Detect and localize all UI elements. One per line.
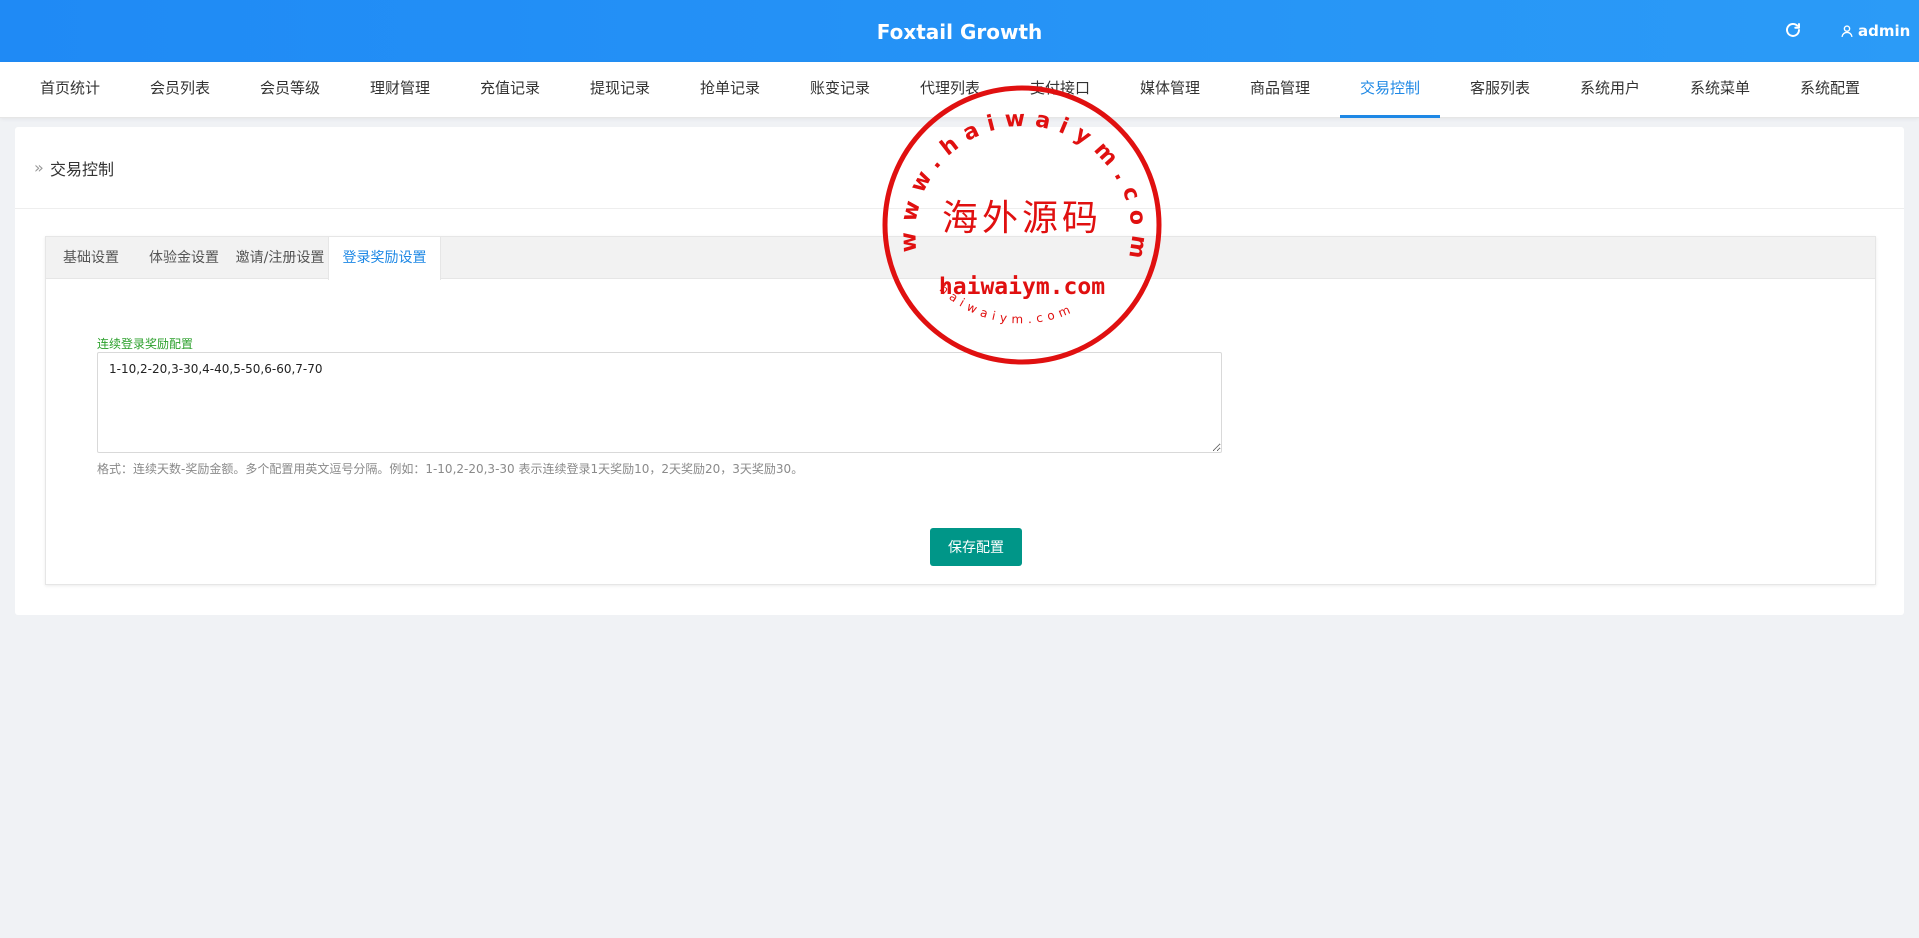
nav-item-4[interactable]: 理财管理	[370, 62, 430, 118]
login-reward-textarea[interactable]: 1-10,2-20,3-30,4-40,5-50,6-60,7-70	[97, 352, 1222, 453]
nav-item-10[interactable]: 支付接口	[1030, 62, 1090, 118]
nav-item-5[interactable]: 充值记录	[480, 62, 540, 118]
login-reward-label: 连续登录奖励配置	[97, 337, 194, 351]
tab-panel: 基础设置 体验金设置 邀请/注册设置 登录奖励设置 连续登录奖励配置 1-10,2-2…	[45, 236, 1876, 585]
page-title: 交易控制	[50, 160, 115, 179]
nav-item-3[interactable]: 会员等级	[260, 62, 320, 118]
nav-item-17[interactable]: 系统配置	[1800, 62, 1860, 118]
user-menu[interactable]: admin	[1840, 22, 1910, 40]
nav-item-9[interactable]: 代理列表	[920, 62, 980, 118]
nav-item-15[interactable]: 系统用户	[1580, 62, 1640, 118]
nav-item-13[interactable]: 交易控制	[1340, 62, 1440, 118]
tab-3[interactable]: 邀请/注册设置	[232, 237, 328, 279]
user-icon	[1841, 25, 1853, 38]
tab-4[interactable]: 登录奖励设置	[328, 237, 441, 280]
nav-item-7[interactable]: 抢单记录	[700, 62, 760, 118]
app-title: Foxtail Growth	[876, 20, 1043, 44]
card-header: » 交易控制	[15, 127, 1904, 209]
nav-item-16[interactable]: 系统菜单	[1690, 62, 1750, 118]
nav-item-8[interactable]: 账变记录	[810, 62, 870, 118]
format-hint: 格式：连续天数-奖励金额。多个配置用英文逗号分隔。例如：1-10,2-20,3-…	[97, 462, 804, 476]
main-nav: 首页统计 会员列表 会员等级 理财管理 充值记录 提现记录 抢单记录 账变记录 代理列表 支付接口…	[0, 62, 1919, 118]
breadcrumb-arrow-icon: »	[34, 158, 44, 177]
save-config-button[interactable]: 保存配置	[930, 528, 1022, 566]
refresh-icon[interactable]	[1784, 21, 1804, 41]
user-name: admin	[1858, 22, 1911, 40]
top-header: Foxtail Growth admin	[0, 0, 1919, 62]
nav-item-11[interactable]: 媒体管理	[1140, 62, 1200, 118]
tab-bar: 基础设置 体验金设置 邀请/注册设置 登录奖励设置	[46, 237, 1875, 280]
nav-item-2[interactable]: 会员列表	[150, 62, 210, 118]
nav-item-14[interactable]: 客服列表	[1470, 62, 1530, 118]
nav-item-6[interactable]: 提现记录	[590, 62, 650, 118]
nav-item-1[interactable]: 首页统计	[40, 62, 100, 118]
content-card: » 交易控制 基础设置 体验金设置 邀请/注册设置 登录奖励设置 连续登录奖励配置 1…	[15, 127, 1904, 615]
nav-item-12[interactable]: 商品管理	[1250, 62, 1310, 118]
tab-1[interactable]: 基础设置	[46, 237, 136, 279]
tab-2[interactable]: 体验金设置	[136, 237, 232, 279]
